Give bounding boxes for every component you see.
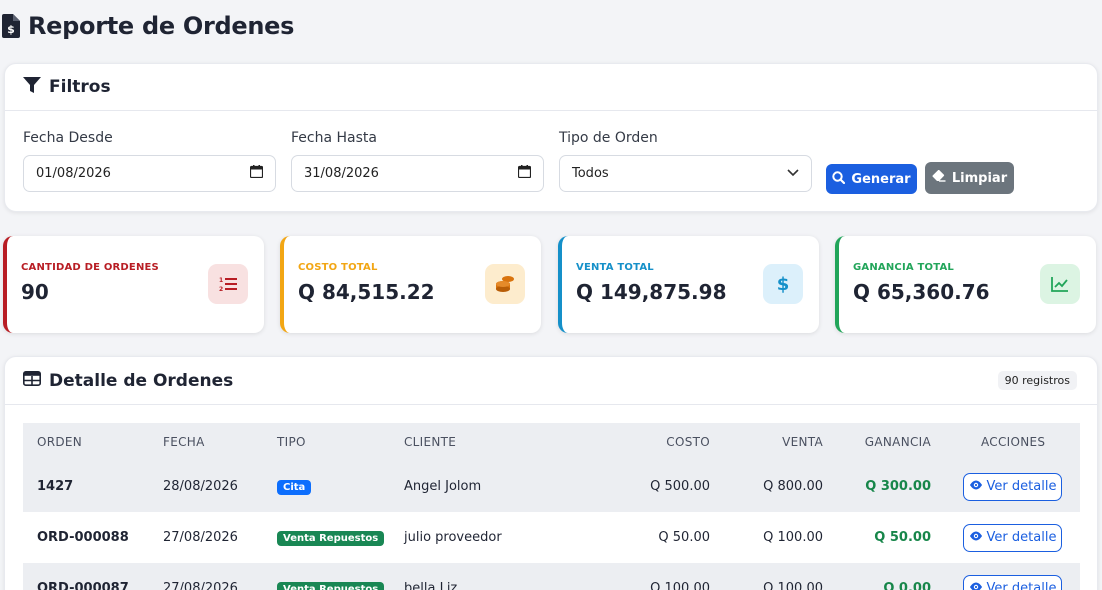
ordered-list-icon: 12: [208, 264, 248, 304]
fecha-hasta-input[interactable]: 31/08/2026: [291, 155, 544, 192]
col-tipo: TIPO: [277, 435, 306, 449]
detail-header: Detalle de Ordenes 90 registros: [5, 357, 1097, 405]
filters-title: Filtros: [49, 77, 111, 97]
stat-value: Q 149,875.98: [576, 280, 727, 304]
cell-ganancia: Q 300.00: [865, 479, 931, 494]
detail-title: Detalle de Ordenes: [49, 370, 234, 391]
cell-fecha: 27/08/2026: [163, 581, 238, 590]
calendar-icon[interactable]: [517, 165, 532, 182]
fecha-desde-label: Fecha Desde: [23, 130, 113, 146]
table-row: 1427 28/08/2026 Cita Angel Jolom Q 500.0…: [23, 461, 1080, 512]
cell-fecha: 28/08/2026: [163, 479, 238, 494]
stat-card-ganancia: GANANCIA TOTAL Q 65,360.76: [835, 236, 1096, 333]
stat-value: Q 84,515.22: [298, 280, 435, 304]
chart-line-icon: [1040, 264, 1080, 304]
cell-venta: Q 100.00: [763, 530, 823, 545]
page-header: $ Reporte de Ordenes: [2, 11, 294, 41]
col-acciones: ACCIONES: [981, 435, 1046, 449]
cell-ganancia: Q 0.00: [883, 581, 931, 590]
page-title: Reporte de Ordenes: [28, 12, 295, 40]
cell-cliente: bella Liz: [404, 581, 458, 590]
stat-label: CANTIDAD DE ORDENES: [21, 262, 159, 273]
fecha-hasta-field: Fecha Hasta 31/08/2026: [291, 130, 544, 192]
table-row: ORD-000087 27/08/2026 Venta Repuestos be…: [23, 563, 1080, 590]
stat-card-venta: VENTA TOTAL Q 149,875.98 $: [558, 236, 819, 333]
cell-venta: Q 800.00: [763, 479, 823, 494]
ver-detalle-button[interactable]: Ver detalle: [963, 574, 1062, 590]
cell-costo: Q 500.00: [650, 479, 710, 494]
stat-label: COSTO TOTAL: [298, 262, 378, 273]
eye-icon: [969, 530, 983, 545]
stat-value: Q 65,360.76: [853, 280, 990, 304]
col-costo: COSTO: [666, 435, 710, 449]
calendar-icon[interactable]: [249, 165, 264, 182]
coins-icon: [485, 264, 525, 304]
cell-costo: Q 50.00: [658, 530, 710, 545]
filter-icon: [23, 77, 41, 97]
fecha-desde-input[interactable]: 01/08/2026: [23, 155, 276, 192]
limpiar-label: Limpiar: [951, 170, 1008, 186]
orders-table: ORDEN FECHA TIPO CLIENTE COSTO VENTA GAN…: [23, 423, 1080, 590]
col-ganancia: GANANCIA: [864, 435, 931, 449]
svg-text:2: 2: [219, 286, 223, 292]
cell-cliente: julio proveedor: [404, 530, 502, 545]
ver-detalle-button[interactable]: Ver detalle: [963, 523, 1062, 552]
fecha-hasta-label: Fecha Hasta: [291, 130, 377, 146]
col-fecha: FECHA: [163, 435, 205, 449]
svg-text:$: $: [777, 274, 790, 294]
table-row: ORD-000088 27/08/2026 Venta Repuestos ju…: [23, 512, 1080, 563]
fecha-hasta-value: 31/08/2026: [304, 166, 379, 181]
tipo-badge: Venta Repuestos: [277, 582, 385, 590]
col-orden: ORDEN: [37, 435, 83, 449]
svg-text:1: 1: [219, 277, 223, 284]
generar-button[interactable]: Generar: [826, 164, 917, 194]
file-invoice-dollar-icon: $: [2, 13, 22, 39]
col-venta: VENTA: [782, 435, 823, 449]
fecha-desde-field: Fecha Desde 01/08/2026: [23, 130, 276, 192]
stat-label: GANANCIA TOTAL: [853, 262, 954, 273]
table-icon: [23, 371, 41, 390]
tipo-orden-select[interactable]: Todos: [559, 155, 812, 192]
tipo-badge: Cita: [277, 480, 312, 495]
cell-costo: Q 100.00: [650, 581, 710, 590]
svg-text:$: $: [7, 23, 15, 36]
search-icon: [832, 170, 846, 188]
detail-card: Detalle de Ordenes 90 registros ORDEN FE…: [4, 356, 1098, 590]
stat-label: VENTA TOTAL: [576, 262, 654, 273]
fecha-desde-value: 01/08/2026: [36, 166, 111, 181]
stat-card-cantidad: CANTIDAD DE ORDENES 90 12: [3, 236, 264, 333]
table-header: ORDEN FECHA TIPO CLIENTE COSTO VENTA GAN…: [23, 423, 1080, 461]
ver-detalle-label: Ver detalle: [986, 479, 1057, 494]
tipo-orden-value: Todos: [572, 166, 609, 181]
cell-ganancia: Q 50.00: [874, 530, 931, 545]
limpiar-button[interactable]: Limpiar: [925, 162, 1014, 194]
tipo-orden-label: Tipo de Orden: [559, 130, 658, 146]
records-count-badge: 90 registros: [997, 371, 1077, 390]
cell-orden: 1427: [37, 479, 74, 494]
eraser-icon: [932, 169, 946, 186]
cell-fecha: 27/08/2026: [163, 530, 238, 545]
ver-detalle-label: Ver detalle: [986, 581, 1057, 590]
filters-header: Filtros: [5, 64, 1097, 111]
cell-venta: Q 100.00: [763, 581, 823, 590]
stat-card-costo: COSTO TOTAL Q 84,515.22: [280, 236, 541, 333]
chevron-down-icon: [787, 166, 799, 181]
tipo-orden-field: Tipo de Orden Todos: [559, 130, 812, 192]
dollar-icon: $: [763, 264, 803, 304]
ver-detalle-label: Ver detalle: [986, 530, 1057, 545]
cell-orden: ORD-000087: [37, 581, 129, 590]
col-cliente: CLIENTE: [404, 435, 457, 449]
eye-icon: [969, 479, 983, 494]
eye-icon: [969, 581, 983, 590]
filters-card: Filtros Fecha Desde 01/08/2026 Fecha Has…: [4, 63, 1098, 212]
stat-value: 90: [21, 280, 49, 304]
ver-detalle-button[interactable]: Ver detalle: [963, 472, 1062, 501]
cell-orden: ORD-000088: [37, 530, 129, 545]
cell-cliente: Angel Jolom: [404, 479, 482, 494]
generar-label: Generar: [851, 171, 911, 187]
tipo-badge: Venta Repuestos: [277, 531, 385, 546]
